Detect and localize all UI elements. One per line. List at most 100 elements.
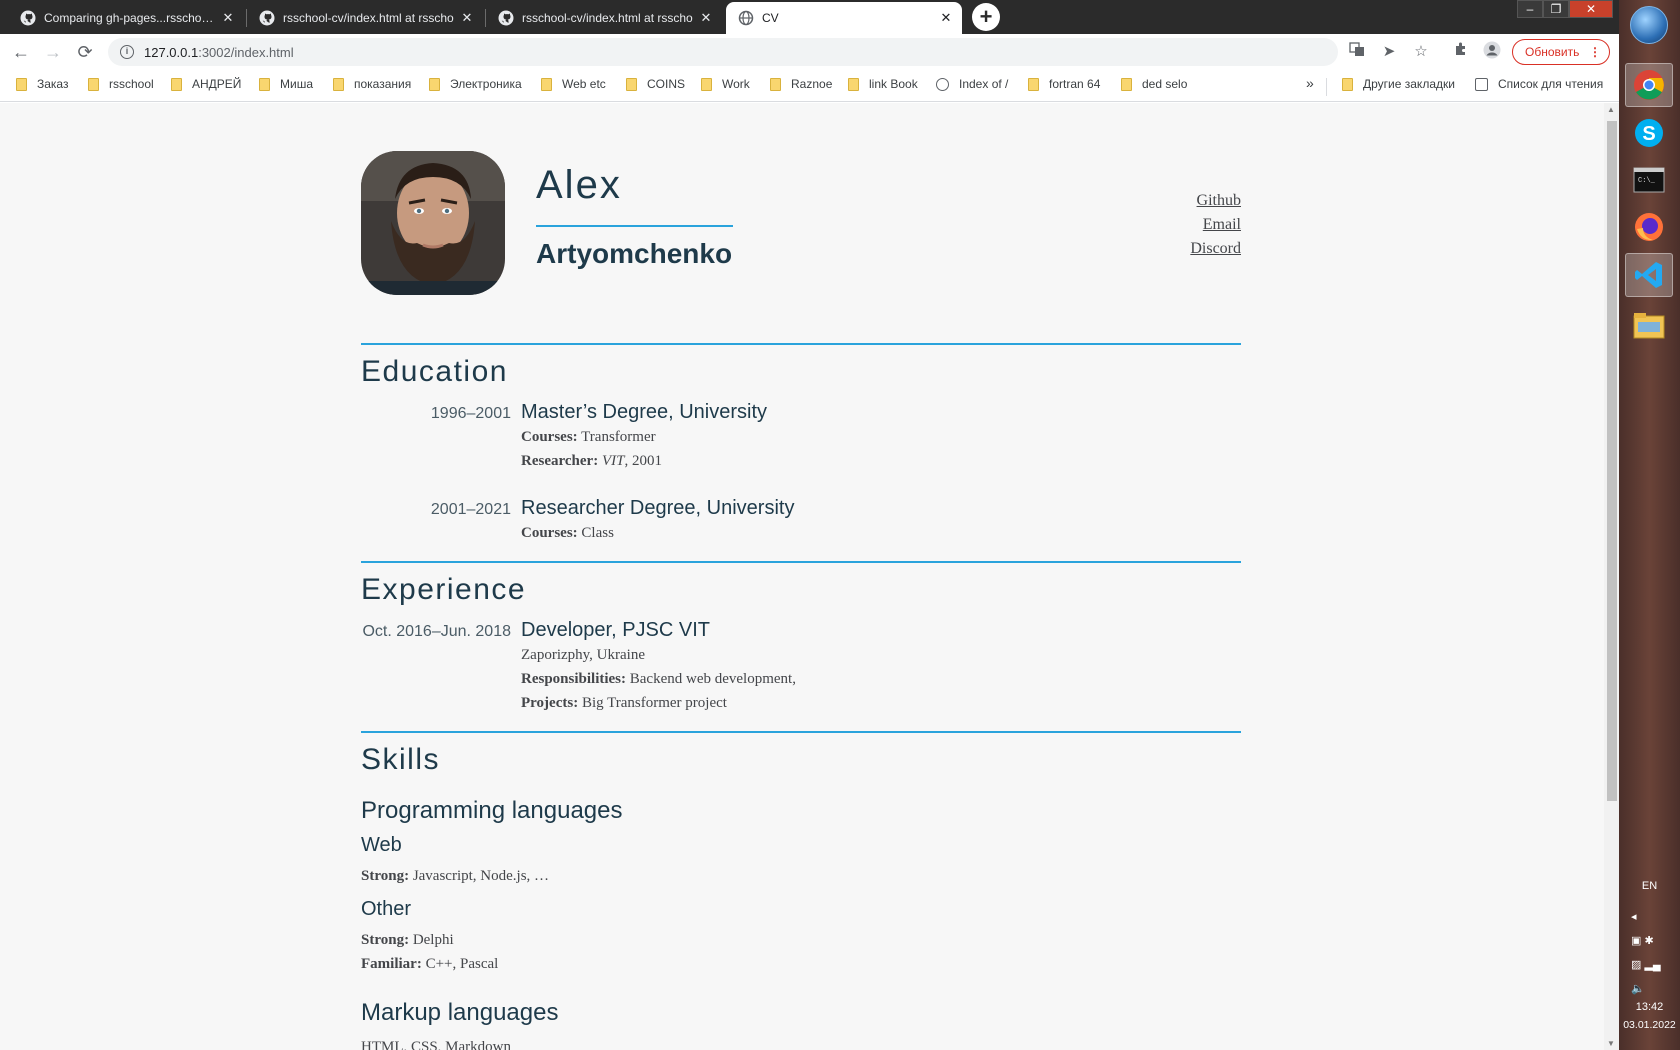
page-scrollbar[interactable]: ▲ ▼ xyxy=(1604,103,1619,1050)
bookmark-item[interactable]: fortran 64 xyxy=(1028,77,1100,91)
send-icon[interactable]: ➤ xyxy=(1378,41,1400,63)
section-divider xyxy=(361,731,1241,733)
projects-label: Projects: xyxy=(521,695,579,711)
education-title: Education xyxy=(361,355,508,388)
window-controls: – ❐ ✕ xyxy=(1517,0,1613,18)
bookmark-label: rsschool xyxy=(109,77,154,91)
menu-dots-icon[interactable]: ⋮ xyxy=(1589,40,1601,64)
skype-icon[interactable]: S xyxy=(1625,111,1673,155)
close-icon[interactable]: ✕ xyxy=(938,10,954,26)
taskbar: S C:\_ EN ◂ ▣ ✱ ▨ ▂▄ 🔈 13:42 03.01.2022 xyxy=(1619,0,1680,1050)
projects-line: Projects: Big Transformer project xyxy=(521,695,727,712)
school: University xyxy=(706,497,795,519)
browser-window: Comparing gh-pages...rsschool-c ✕ rsscho… xyxy=(0,0,1619,1050)
programming-languages-title: Programming languages xyxy=(361,797,623,824)
school: University xyxy=(679,401,768,423)
discord-link[interactable]: Discord xyxy=(1190,237,1241,261)
folder-icon xyxy=(701,77,712,91)
other-bookmarks[interactable]: Другие закладки xyxy=(1342,77,1455,91)
reading-list[interactable]: Список для чтения xyxy=(1475,77,1603,91)
bookmark-item[interactable]: Work xyxy=(701,77,750,91)
new-tab-button[interactable]: + xyxy=(972,3,1000,31)
bookmark-label: АНДРЕЙ xyxy=(192,77,242,91)
start-button[interactable] xyxy=(1630,6,1668,44)
bookmarks-overflow-icon[interactable]: » xyxy=(1306,75,1314,91)
clock-date[interactable]: 03.01.2022 xyxy=(1619,1019,1680,1031)
globe-icon xyxy=(936,77,949,91)
bookmark-item[interactable]: ded selo xyxy=(1121,77,1187,91)
bookmark-item[interactable]: показания xyxy=(333,77,411,91)
bookmark-item[interactable]: Raznoe xyxy=(770,77,832,91)
folder-icon xyxy=(1121,77,1132,91)
svg-text:S: S xyxy=(1642,123,1655,145)
reading-list-label: Список для чтения xyxy=(1498,77,1604,91)
reload-icon[interactable]: ⟳ xyxy=(72,39,98,65)
url-host: 127.0.0.1 xyxy=(144,44,199,60)
firefox-icon[interactable] xyxy=(1625,205,1673,249)
courses-label: Courses: xyxy=(521,525,578,541)
bookmark-item[interactable]: rsschool xyxy=(88,77,154,91)
bookmark-item[interactable]: Заказ xyxy=(16,77,68,91)
scroll-up-icon[interactable]: ▲ xyxy=(1607,105,1615,114)
bookmark-item[interactable]: Миша xyxy=(259,77,313,91)
scroll-down-icon[interactable]: ▼ xyxy=(1607,1039,1615,1048)
tab-comparing[interactable]: Comparing gh-pages...rsschool-c ✕ xyxy=(8,2,244,34)
entry-heading: Researcher Degree, University xyxy=(521,497,795,519)
volume-icon[interactable]: 🔈 xyxy=(1631,977,1671,1001)
bookmark-item[interactable]: COINS xyxy=(626,77,685,91)
bookmark-label: Миша xyxy=(280,77,313,91)
extensions-icon[interactable] xyxy=(1450,41,1472,63)
window-close-icon[interactable]: ✕ xyxy=(1569,0,1613,18)
back-icon[interactable]: ← xyxy=(8,39,34,65)
entry-date: 1996–2001 xyxy=(430,405,511,422)
translate-icon[interactable] xyxy=(1346,41,1368,63)
tab-rsschool-2[interactable]: rsschool-cv/index.html at rsscho ✕ xyxy=(486,2,722,34)
email-link[interactable]: Email xyxy=(1190,213,1241,237)
bookmark-item[interactable]: Index of / xyxy=(936,77,1008,91)
folder-icon xyxy=(1028,77,1039,91)
info-icon[interactable]: i xyxy=(120,45,134,59)
bookmark-item[interactable]: Электроника xyxy=(429,77,522,91)
tab-rsschool-1[interactable]: rsschool-cv/index.html at rsscho ✕ xyxy=(247,2,483,34)
explorer-icon[interactable] xyxy=(1625,303,1673,347)
network-icon[interactable]: ▨ ▂▄ xyxy=(1631,953,1671,977)
bluetooth-icon[interactable]: ▣ ✱ xyxy=(1631,929,1671,953)
chrome-icon[interactable] xyxy=(1625,63,1673,107)
bookmark-item[interactable]: link Book xyxy=(848,77,918,91)
tab-title: Comparing gh-pages...rsschool-c xyxy=(44,11,220,25)
entry-date: Oct. 2016–Jun. 2018 xyxy=(362,623,511,640)
forward-icon[interactable]: → xyxy=(40,39,66,65)
bookmark-label: показания xyxy=(354,77,412,91)
familiar-value: C++, Pascal xyxy=(425,956,499,972)
github-icon xyxy=(20,10,36,26)
bookmark-item[interactable]: АНДРЕЙ xyxy=(171,77,241,91)
bookmark-item[interactable]: Web etc xyxy=(541,77,606,91)
minimize-icon[interactable]: – xyxy=(1517,0,1543,18)
maximize-icon[interactable]: ❐ xyxy=(1543,0,1569,18)
star-icon[interactable]: ☆ xyxy=(1410,41,1432,63)
language-indicator[interactable]: EN xyxy=(1619,880,1680,892)
vscode-icon[interactable] xyxy=(1625,253,1673,297)
tray-expand-icon[interactable]: ◂ xyxy=(1631,905,1671,929)
entry-date: 2001–2021 xyxy=(430,501,511,518)
bookmark-label: link Book xyxy=(869,77,918,91)
close-icon[interactable]: ✕ xyxy=(459,10,475,26)
strong-value: Delphi xyxy=(412,932,454,948)
profile-icon[interactable] xyxy=(1481,41,1503,63)
bookmark-label: fortran 64 xyxy=(1049,77,1101,91)
cmd-icon[interactable]: C:\_ xyxy=(1625,158,1673,202)
folder-icon xyxy=(1342,77,1353,91)
clock-time[interactable]: 13:42 xyxy=(1619,1001,1680,1013)
folder-icon xyxy=(333,77,344,91)
tab-cv[interactable]: CV ✕ xyxy=(726,2,962,34)
tab-title: rsschool-cv/index.html at rsscho xyxy=(522,11,693,25)
scroll-thumb[interactable] xyxy=(1607,121,1617,801)
address-bar[interactable]: i 127.0.0.1:3002/index.html xyxy=(108,38,1338,66)
update-button[interactable]: Обновить ⋮ xyxy=(1512,39,1610,65)
familiar-label: Familiar: xyxy=(361,956,422,972)
browser-toolbar: ← → ⟳ i 127.0.0.1:3002/index.html ➤ ☆ Об… xyxy=(0,34,1619,70)
close-icon[interactable]: ✕ xyxy=(220,10,236,26)
close-icon[interactable]: ✕ xyxy=(698,10,714,26)
experience-title: Experience xyxy=(361,573,527,606)
github-link[interactable]: Github xyxy=(1190,189,1241,213)
